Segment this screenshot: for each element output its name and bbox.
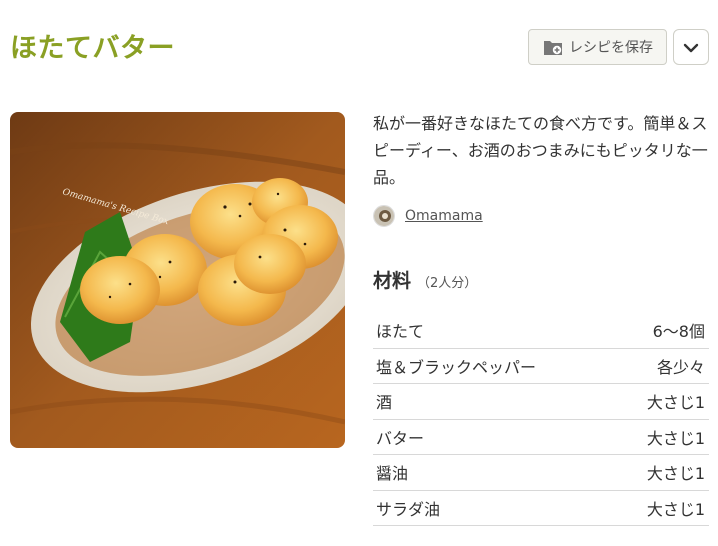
ingredient-quantity: 大さじ1 — [646, 393, 705, 413]
ingredient-quantity: 6～8個 — [652, 322, 705, 342]
ingredients-servings: （2人分） — [417, 276, 478, 291]
save-recipe-label: レシピを保存 — [569, 40, 653, 56]
ingredient-name: ほたて — [376, 322, 425, 342]
ingredients-title: 材料 — [373, 270, 412, 292]
recipe-description: 私が一番好きなほたての食べ方です。簡単＆スピーディー、お酒のおつまみにもピッタリ… — [373, 114, 708, 187]
author-avatar — [373, 205, 395, 227]
ingredient-name: 醤油 — [376, 464, 409, 484]
ingredient-quantity: 大さじ1 — [646, 428, 705, 448]
ingredient-row: サラダ油 大さじ1 — [373, 491, 709, 526]
ingredient-row: バター 大さじ1 — [373, 420, 709, 455]
ingredients-heading: 材料 （2人分） — [373, 266, 477, 293]
save-recipe-button[interactable]: レシピを保存 — [528, 29, 667, 65]
ingredient-quantity: 大さじ1 — [646, 499, 705, 519]
more-options-button[interactable] — [673, 29, 709, 65]
ingredient-name: 酒 — [376, 393, 393, 413]
ingredient-row: ほたて 6～8個 — [373, 313, 709, 349]
recipe-photo[interactable]: Omamama's Recipe Box — [10, 112, 345, 448]
ingredient-quantity: 大さじ1 — [646, 464, 705, 484]
folder-add-icon — [543, 39, 563, 56]
ingredient-name: 塩＆ブラックペッパー — [376, 357, 537, 377]
author-name[interactable]: Omamama — [405, 208, 483, 224]
ingredients-list: ほたて 6～8個 塩＆ブラックペッパー 各少々 酒 大さじ1 バター 大さじ1 … — [373, 313, 709, 526]
ingredient-name: バター — [376, 428, 425, 448]
chevron-down-icon — [683, 38, 699, 57]
ingredient-name: サラダ油 — [376, 499, 441, 519]
author-link[interactable]: Omamama — [373, 205, 483, 227]
recipe-title: ほたてバター — [10, 33, 175, 64]
ingredient-row: 酒 大さじ1 — [373, 384, 709, 420]
ingredient-row: 醤油 大さじ1 — [373, 455, 709, 491]
ingredient-quantity: 各少々 — [656, 357, 705, 377]
ingredient-row: 塩＆ブラックペッパー 各少々 — [373, 349, 709, 384]
